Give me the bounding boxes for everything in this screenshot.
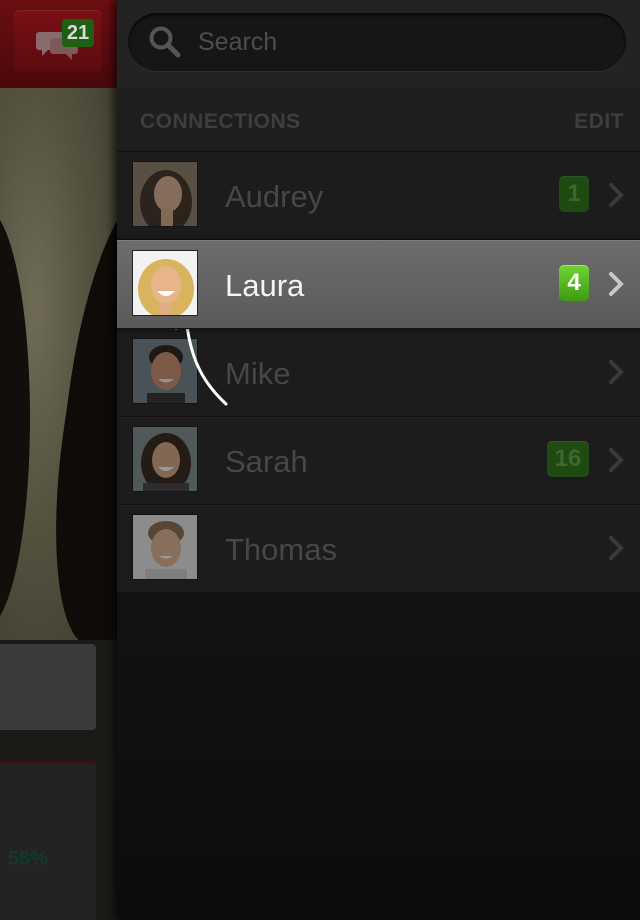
background-stat-card xyxy=(0,762,96,920)
edit-button[interactable]: EDIT xyxy=(574,110,624,134)
background-topbar: 21 xyxy=(0,0,117,88)
contact-name: Audrey xyxy=(225,179,324,214)
chevron-right-icon xyxy=(609,183,624,207)
avatar xyxy=(132,161,198,227)
chevron-right-icon xyxy=(609,360,624,384)
contact-row-thomas[interactable]: Thomas xyxy=(117,505,640,593)
avatar xyxy=(132,250,198,316)
search-icon xyxy=(149,26,181,58)
avatar xyxy=(132,426,198,492)
connections-title: CONNECTIONS xyxy=(140,110,301,133)
contact-row-laura[interactable]: Laura 4 xyxy=(117,240,640,329)
connections-header: CONNECTIONS EDIT xyxy=(117,88,640,152)
messages-button[interactable]: 21 xyxy=(14,10,102,72)
contact-row-audrey[interactable]: Audrey 1 xyxy=(117,152,640,240)
background-stat-percent: 58% xyxy=(8,848,49,870)
background-app: 21 58% xyxy=(0,0,117,920)
chevron-right-icon xyxy=(609,272,624,296)
contact-name: Thomas xyxy=(225,532,337,567)
search-field[interactable] xyxy=(128,13,626,71)
chevron-right-icon xyxy=(609,448,624,472)
background-card xyxy=(0,644,96,730)
search-input[interactable] xyxy=(196,26,600,58)
contact-name: Laura xyxy=(225,268,305,303)
background-profile-photo xyxy=(0,88,117,640)
chevron-right-icon xyxy=(609,536,624,560)
contact-name: Sarah xyxy=(225,444,308,479)
connections-panel: CONNECTIONS EDIT Audrey 1 xyxy=(117,0,640,920)
messages-count-badge: 21 xyxy=(62,19,94,47)
search-bar xyxy=(117,0,640,89)
unread-badge: 16 xyxy=(547,441,589,477)
contact-row-sarah[interactable]: Sarah 16 xyxy=(117,417,640,505)
unread-badge: 4 xyxy=(559,265,589,301)
avatar xyxy=(132,514,198,580)
unread-badge: 1 xyxy=(559,176,589,212)
